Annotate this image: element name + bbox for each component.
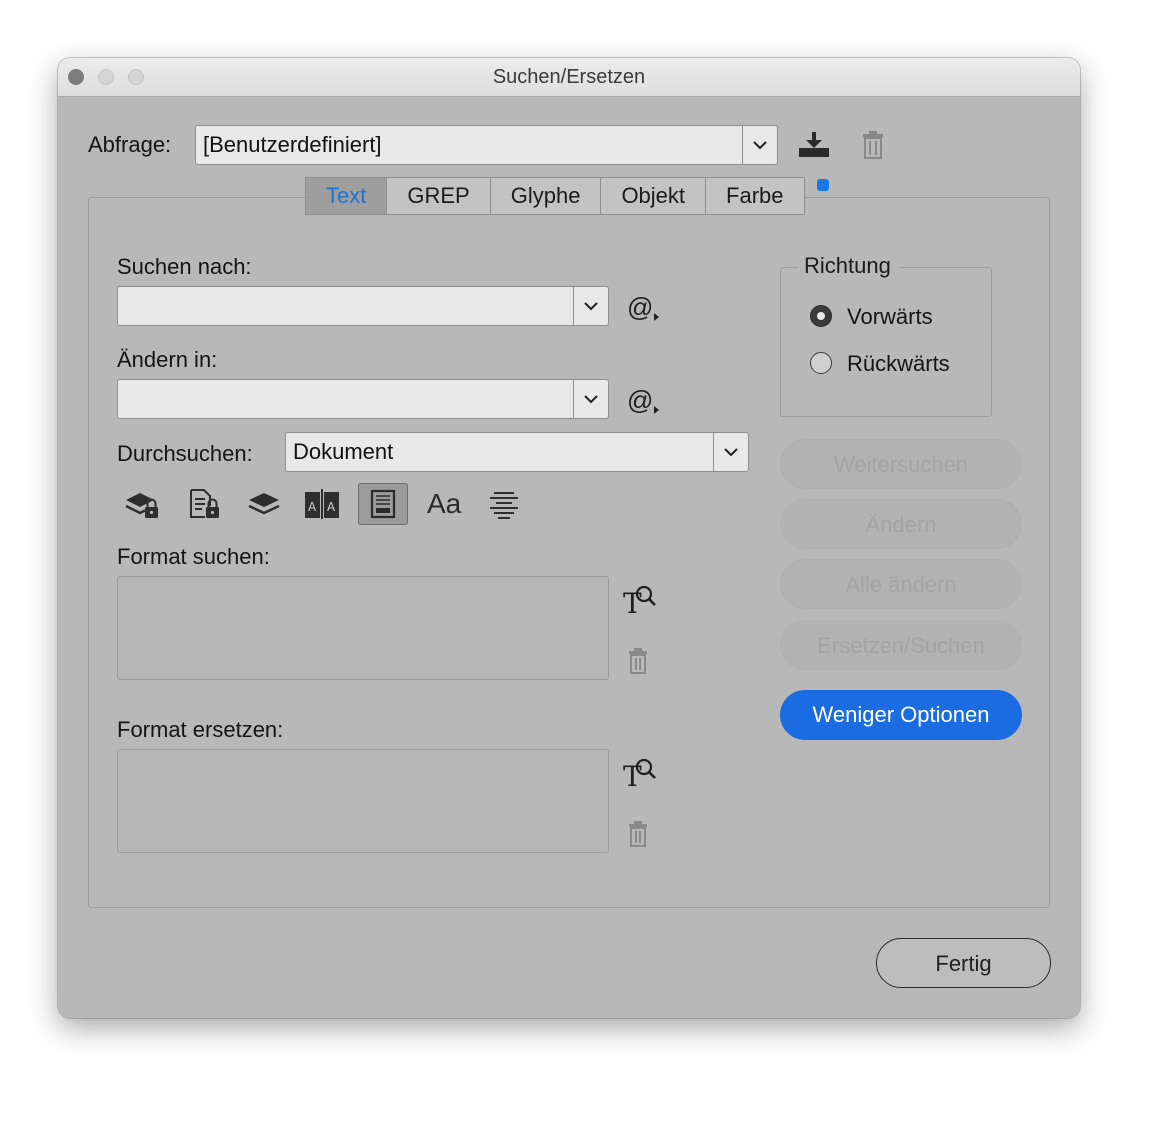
tab-color[interactable]: Farbe bbox=[706, 178, 803, 214]
case-sensitive-icon[interactable]: Aa bbox=[427, 488, 461, 520]
direction-group bbox=[780, 267, 992, 417]
query-select[interactable]: [Benutzerdefiniert] bbox=[195, 125, 778, 165]
clear-change-format-icon[interactable] bbox=[623, 819, 653, 849]
special-characters-find-icon[interactable]: @ bbox=[627, 292, 661, 323]
include-hidden-layers-icon[interactable] bbox=[242, 484, 286, 524]
find-change-dialog: Suchen/Ersetzen Abfrage: [Benutzerdefini… bbox=[58, 58, 1080, 1018]
svg-text:T: T bbox=[623, 760, 642, 789]
change-to-label: Ändern in: bbox=[117, 347, 218, 372]
search-scope-label: Durchsuchen: bbox=[117, 441, 253, 466]
chevron-down-icon[interactable] bbox=[573, 287, 608, 325]
specify-find-format-icon[interactable]: T bbox=[621, 580, 659, 618]
change-find-button[interactable]: Ersetzen/Suchen bbox=[780, 620, 1022, 670]
change-button[interactable]: Ändern bbox=[780, 499, 1022, 549]
include-locked-layers-icon[interactable] bbox=[120, 484, 164, 524]
direction-backward-radio[interactable] bbox=[810, 352, 832, 374]
change-all-button[interactable]: Alle ändern bbox=[780, 559, 1022, 609]
fewer-options-button[interactable]: Weniger Optionen bbox=[780, 690, 1022, 740]
delete-query-icon[interactable] bbox=[856, 128, 890, 162]
save-query-icon[interactable] bbox=[794, 128, 834, 162]
title-bar[interactable]: Suchen/Ersetzen bbox=[58, 58, 1080, 97]
direction-backward-label[interactable]: Rückwärts bbox=[847, 351, 950, 377]
tab-glyph[interactable]: Glyphe bbox=[491, 178, 602, 214]
tab-grep[interactable]: GREP bbox=[387, 178, 491, 214]
chevron-down-icon[interactable] bbox=[713, 433, 748, 471]
svg-text:A: A bbox=[308, 500, 317, 514]
find-what-input[interactable] bbox=[117, 286, 609, 326]
clear-find-format-icon[interactable] bbox=[623, 646, 653, 676]
search-scope-select[interactable]: Dokument bbox=[285, 432, 749, 472]
tab-bar: Text GREP Glyphe Objekt Farbe bbox=[305, 177, 805, 215]
specify-change-format-icon[interactable]: T bbox=[621, 753, 659, 791]
direction-title: Richtung bbox=[798, 253, 899, 279]
change-format-label: Format ersetzen: bbox=[117, 717, 284, 742]
direction-forward-label[interactable]: Vorwärts bbox=[847, 304, 933, 330]
find-format-label: Format suchen: bbox=[117, 544, 270, 569]
at-symbol-icon: @ bbox=[627, 292, 654, 322]
search-scope-value: Dokument bbox=[293, 439, 394, 464]
chevron-down-icon[interactable] bbox=[742, 126, 777, 164]
whole-word-icon[interactable] bbox=[482, 484, 526, 524]
at-symbol-icon: @ bbox=[627, 385, 654, 415]
change-format-box[interactable] bbox=[117, 749, 609, 853]
find-next-button[interactable]: Weitersuchen bbox=[780, 439, 1022, 489]
direction-forward-radio[interactable] bbox=[810, 305, 832, 327]
include-locked-stories-icon[interactable] bbox=[182, 484, 226, 524]
tab-object[interactable]: Objekt bbox=[601, 178, 707, 214]
change-to-input[interactable] bbox=[117, 379, 609, 419]
chevron-down-icon[interactable] bbox=[573, 380, 608, 418]
special-characters-change-icon[interactable]: @ bbox=[627, 385, 661, 416]
include-footnotes-icon[interactable] bbox=[358, 483, 408, 525]
include-master-pages-icon[interactable]: A A bbox=[300, 484, 344, 524]
find-what-label: Suchen nach: bbox=[117, 254, 252, 279]
query-label: Abfrage: bbox=[88, 132, 172, 157]
svg-text:A: A bbox=[327, 500, 336, 514]
done-button[interactable]: Fertig bbox=[876, 938, 1051, 988]
tab-text[interactable]: Text bbox=[306, 178, 388, 214]
window-title: Suchen/Ersetzen bbox=[492, 66, 646, 88]
query-value: [Benutzerdefiniert] bbox=[203, 132, 382, 157]
find-format-box[interactable] bbox=[117, 576, 609, 680]
svg-text:T: T bbox=[623, 587, 642, 616]
tab-indicator-dot bbox=[817, 179, 829, 191]
